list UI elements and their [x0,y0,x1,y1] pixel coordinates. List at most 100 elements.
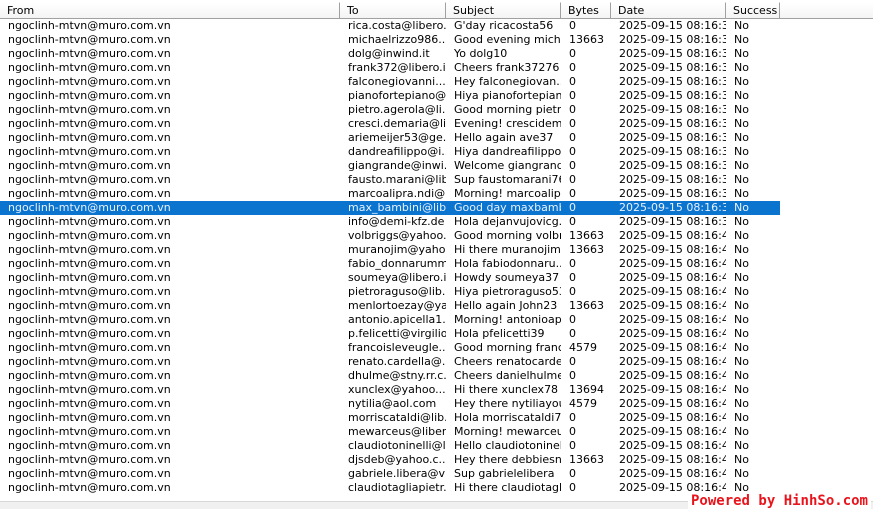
cell-to: info@demi-kfz.de [348,215,445,228]
cell-subject: Hey falconegiovan... [454,75,561,88]
cell-date: 2025-09-15 08:16:41 [619,313,726,326]
cell-to: mewarceus@liber... [348,425,446,438]
cell-date: 2025-09-15 08:16:39 [619,33,726,46]
table-row[interactable]: ngoclinh-mtvn@muro.com.vn max_bambini@lib… [0,201,780,215]
cell-subject: Howdy soumeya37 [454,271,560,284]
cell-date: 2025-09-15 08:16:39 [619,215,726,228]
cell-subject: Cheers frank37276 [454,61,560,74]
column-header-subject[interactable]: Subject [446,2,561,18]
cell-date: 2025-09-15 08:16:41 [619,341,726,354]
table-row[interactable]: ngoclinh-mtvn@muro.com.vn menlortoezay@ya… [0,299,780,313]
table-row[interactable]: ngoclinh-mtvn@muro.com.vn francoisleveugl… [0,341,780,355]
table-row[interactable]: ngoclinh-mtvn@muro.com.vn frank372@libero… [0,61,780,75]
table-row[interactable]: ngoclinh-mtvn@muro.com.vn soumeya@libero.… [0,271,780,285]
table-row[interactable]: ngoclinh-mtvn@muro.com.vn dhulme@stny.rr.… [0,369,780,383]
table-row[interactable]: ngoclinh-mtvn@muro.com.vn cresci.demaria@… [0,117,780,131]
watermark-text: Powered by HinhSo.com [687,493,871,509]
cell-from: ngoclinh-mtvn@muro.com.vn [8,103,171,116]
table-row[interactable]: ngoclinh-mtvn@muro.com.vn antonio.apicell… [0,313,780,327]
cell-from: ngoclinh-mtvn@muro.com.vn [8,327,171,340]
table-row[interactable]: ngoclinh-mtvn@muro.com.vn djsdeb@yahoo.c.… [0,453,780,467]
table-row[interactable]: ngoclinh-mtvn@muro.com.vn pianofortepiano… [0,89,780,103]
column-header-from[interactable]: From [0,2,340,18]
cell-success: No [734,453,749,466]
cell-success: No [734,327,749,340]
cell-success: No [734,145,749,158]
table-row[interactable]: ngoclinh-mtvn@muro.com.vn volbriggs@yahoo… [0,229,780,243]
table-row[interactable]: ngoclinh-mtvn@muro.com.vn renato.cardella… [0,355,780,369]
table-row[interactable]: ngoclinh-mtvn@muro.com.vn info@demi-kfz.d… [0,215,780,229]
cell-date: 2025-09-15 08:16:40 [619,271,726,284]
cell-bytes: 0 [569,187,576,200]
cell-to: falconegiovanni... [348,75,446,88]
cell-from: ngoclinh-mtvn@muro.com.vn [8,75,171,88]
cell-success: No [734,313,749,326]
cell-bytes: 0 [569,145,576,158]
table-row[interactable]: ngoclinh-mtvn@muro.com.vn pietroraguso@li… [0,285,780,299]
column-header-date[interactable]: Date [611,2,726,18]
cell-success: No [734,397,749,410]
cell-from: ngoclinh-mtvn@muro.com.vn [8,215,171,228]
cell-to: djsdeb@yahoo.c... [348,453,446,466]
table-row[interactable]: ngoclinh-mtvn@muro.com.vn nytilia@aol.com… [0,397,780,411]
cell-success: No [734,285,749,298]
table-row[interactable]: ngoclinh-mtvn@muro.com.vn pietro.agerola@… [0,103,780,117]
table-row[interactable]: ngoclinh-mtvn@muro.com.vn falconegiovanni… [0,75,780,89]
cell-date: 2025-09-15 08:16:39 [619,201,726,214]
cell-date: 2025-09-15 08:16:39 [619,61,726,74]
table-row[interactable]: ngoclinh-mtvn@muro.com.vn mewarceus@liber… [0,425,780,439]
table-row[interactable]: ngoclinh-mtvn@muro.com.vn xunclex@yahoo..… [0,383,780,397]
cell-bytes: 0 [569,201,576,214]
table-row[interactable]: ngoclinh-mtvn@muro.com.vn rica.costa@libe… [0,19,780,33]
cell-from: ngoclinh-mtvn@muro.com.vn [8,229,171,242]
cell-subject: Hello again John23 [454,299,558,312]
cell-bytes: 0 [569,271,576,284]
cell-date: 2025-09-15 08:16:41 [619,299,726,312]
column-header-bytes[interactable]: Bytes [561,2,611,18]
cell-to: xunclex@yahoo.... [348,383,446,396]
cell-subject: Good day maxbamb... [454,201,561,214]
cell-bytes: 13663 [569,453,604,466]
table-row[interactable]: ngoclinh-mtvn@muro.com.vn marcoalipra.ndi… [0,187,780,201]
column-header-bar: From To Subject Bytes Date Success [0,2,873,19]
table-row[interactable]: ngoclinh-mtvn@muro.com.vn morriscataldi@l… [0,411,780,425]
table-row[interactable]: ngoclinh-mtvn@muro.com.vn claudiotoninell… [0,439,780,453]
table-row[interactable]: ngoclinh-mtvn@muro.com.vn fausto.marani@l… [0,173,780,187]
table-row[interactable]: ngoclinh-mtvn@muro.com.vn fabio_donnarumm… [0,257,780,271]
cell-from: ngoclinh-mtvn@muro.com.vn [8,131,171,144]
table-row[interactable]: ngoclinh-mtvn@muro.com.vn michaelrizzo986… [0,33,780,47]
cell-success: No [734,467,749,480]
cell-to: renato.cardella@... [348,355,446,368]
cell-to: menlortoezay@ya... [348,299,446,312]
cell-from: ngoclinh-mtvn@muro.com.vn [8,383,171,396]
cell-date: 2025-09-15 08:16:42 [619,369,726,382]
column-header-to[interactable]: To [340,2,446,18]
cell-bytes: 13663 [569,33,604,46]
email-log-listview[interactable]: From To Subject Bytes Date Success ngocl… [0,0,873,509]
table-row[interactable]: ngoclinh-mtvn@muro.com.vn giangrande@inwi… [0,159,780,173]
cell-success: No [734,355,749,368]
table-row[interactable]: ngoclinh-mtvn@muro.com.vn claudiotagliapi… [0,481,780,495]
cell-success: No [734,89,749,102]
cell-bytes: 0 [569,159,576,172]
cell-date: 2025-09-15 08:16:39 [619,47,726,60]
table-row[interactable]: ngoclinh-mtvn@muro.com.vn p.felicetti@vir… [0,327,780,341]
cell-success: No [734,19,749,32]
cell-success: No [734,383,749,396]
column-header-success[interactable]: Success [726,2,780,18]
cell-subject: Welcome giangrande [454,159,561,172]
cell-success: No [734,47,749,60]
cell-subject: Hello again ave37 [454,131,554,144]
cell-subject: Good morning volbri... [454,229,561,242]
cell-from: ngoclinh-mtvn@muro.com.vn [8,61,171,74]
cell-bytes: 0 [569,173,576,186]
cell-subject: Hello claudiotoninell... [454,439,561,452]
table-row[interactable]: ngoclinh-mtvn@muro.com.vn ariemeijer53@ge… [0,131,780,145]
cell-bytes: 0 [569,131,576,144]
table-row[interactable]: ngoclinh-mtvn@muro.com.vn dandreafilippo@… [0,145,780,159]
cell-date: 2025-09-15 08:16:39 [619,75,726,88]
table-row[interactable]: ngoclinh-mtvn@muro.com.vn gabriele.libera… [0,467,780,481]
cell-to: dolg@inwind.it [348,47,430,60]
table-row[interactable]: ngoclinh-mtvn@muro.com.vn dolg@inwind.it Y… [0,47,780,61]
table-row[interactable]: ngoclinh-mtvn@muro.com.vn muranojim@yaho.… [0,243,780,257]
